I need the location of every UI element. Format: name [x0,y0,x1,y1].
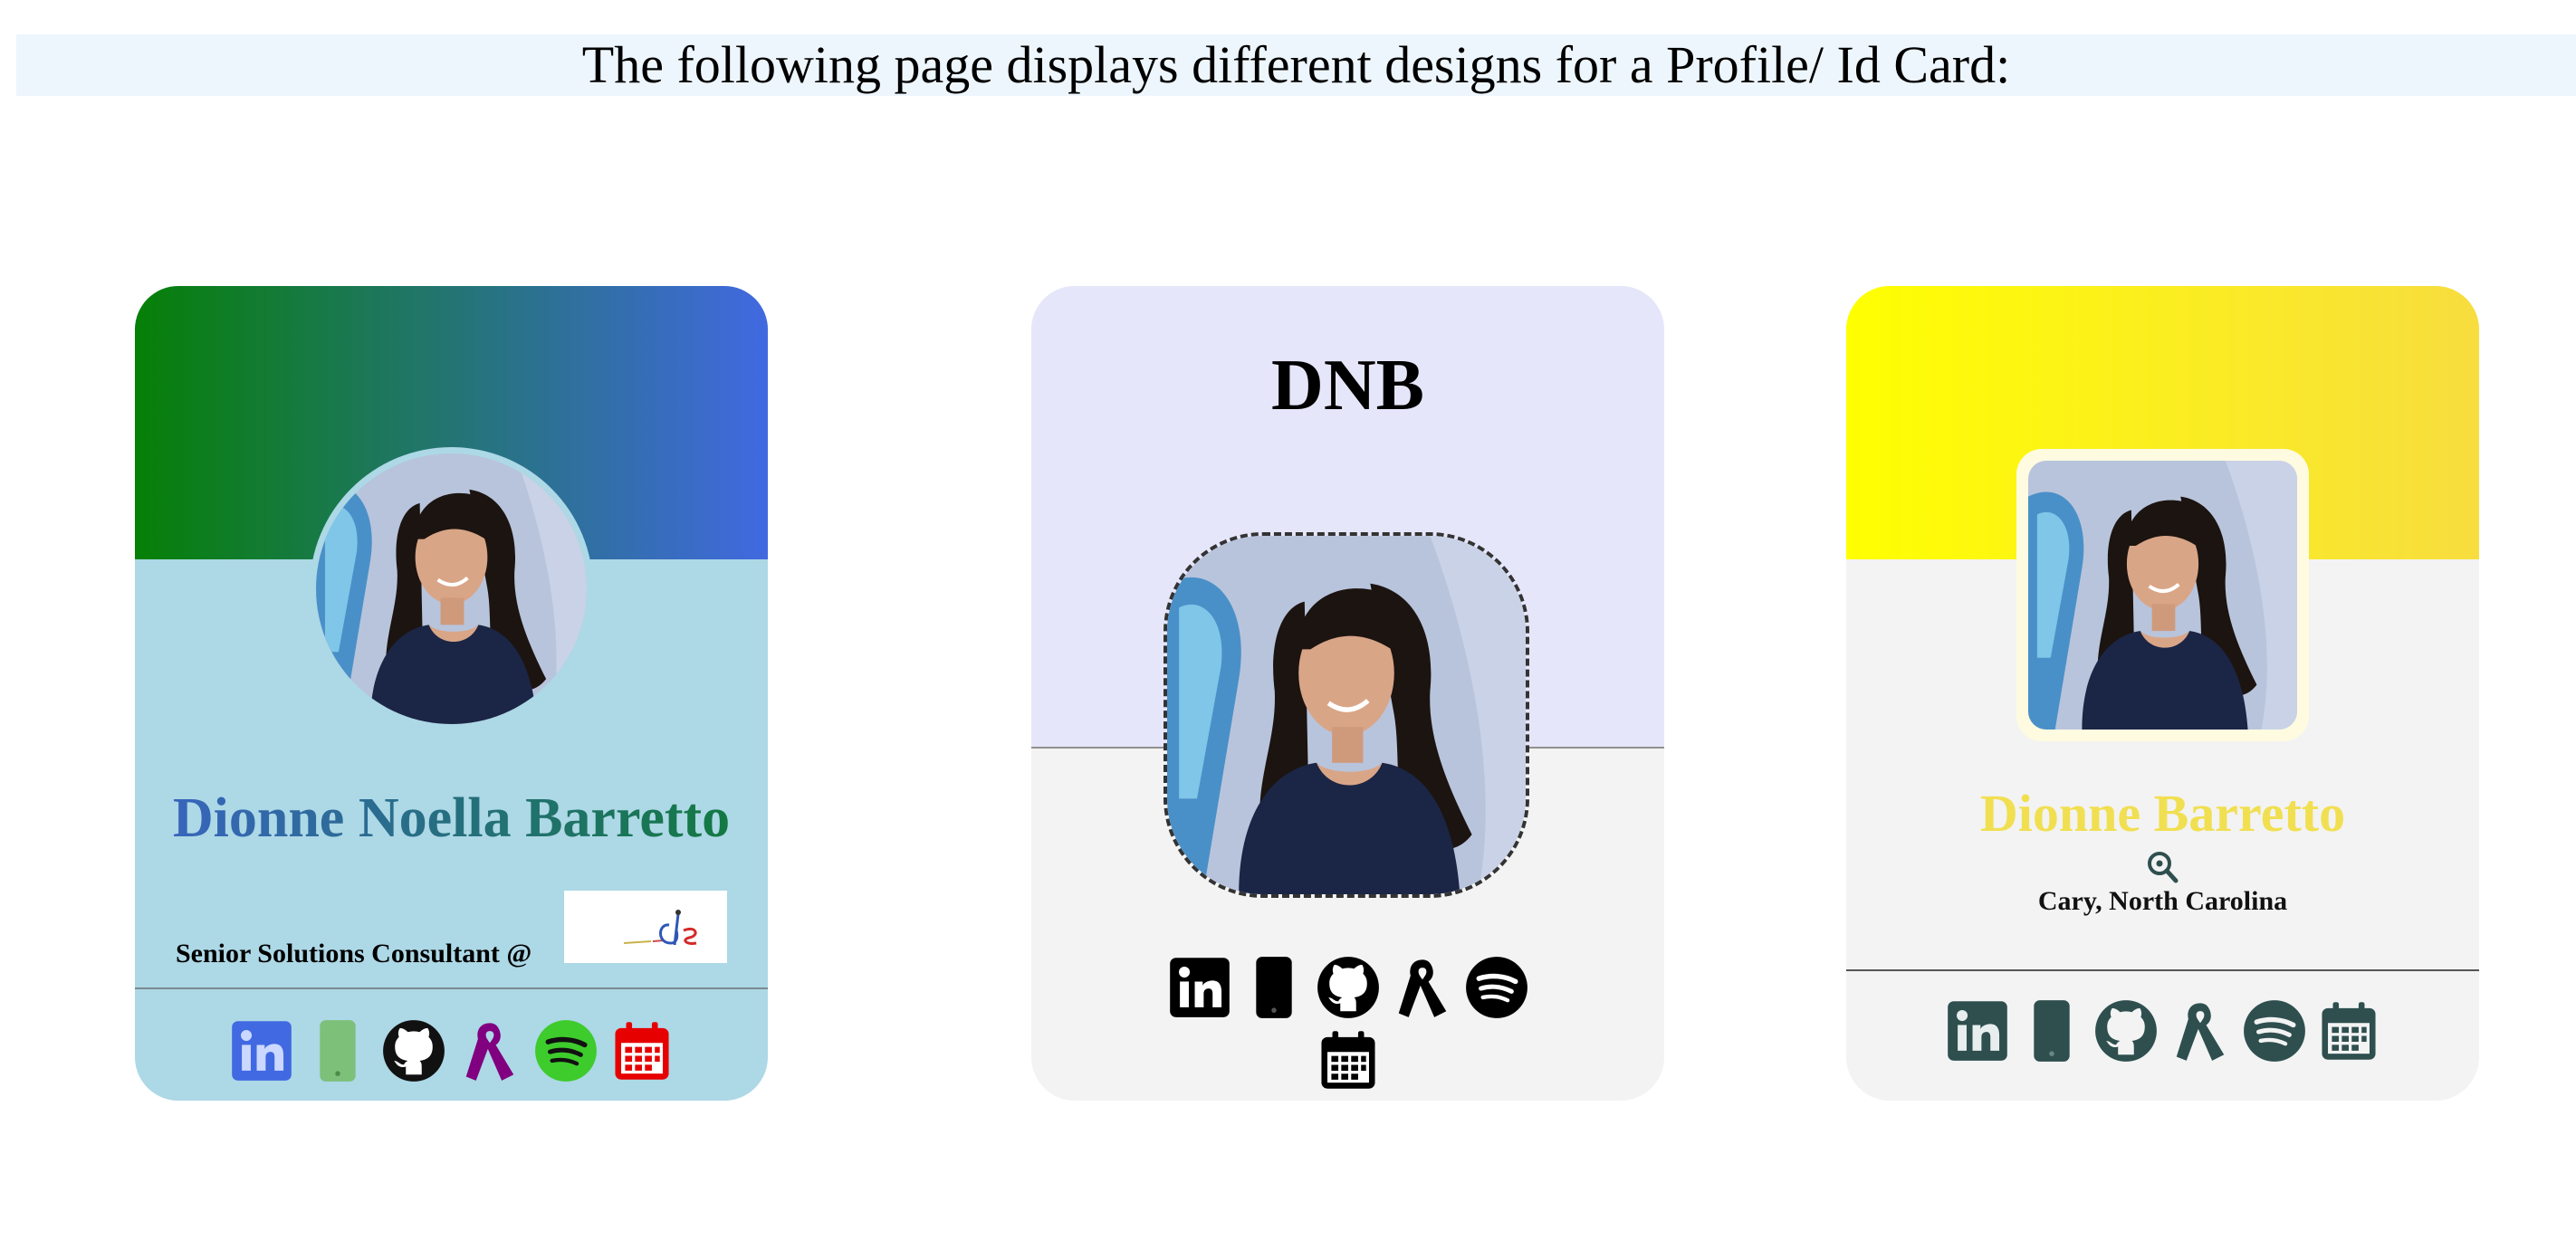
location-search-icon [2145,850,2179,884]
phone-icon[interactable] [2020,999,2083,1063]
avatar [316,453,587,724]
avatar-frame [310,447,593,730]
github-icon[interactable] [382,1019,445,1083]
calendar-icon[interactable] [610,1019,674,1083]
spotify-icon[interactable] [534,1019,598,1083]
ribbon-icon[interactable] [1391,956,1454,1019]
linkedin-icon[interactable] [1946,999,2009,1063]
monogram: DNB [1271,346,1424,425]
spotify-icon[interactable] [2243,999,2306,1063]
card-divider [1846,969,2479,971]
ribbon-icon[interactable] [2169,999,2232,1063]
avatar [2028,461,2297,730]
avatar-frame [2016,449,2309,741]
linkedin-icon[interactable] [230,1019,293,1083]
social-links [1846,999,2479,1068]
profile-photo [1167,536,1526,894]
social-links [1167,956,1529,1092]
profile-name: Dionne Barretto [1979,784,2346,843]
profile-card-yellow: Dionne Barretto Cary, North Carolina [1846,286,2479,1101]
profile-photo [316,453,587,724]
github-icon[interactable] [2094,999,2158,1063]
github-icon[interactable] [1317,956,1380,1019]
profile-photo [2028,461,2297,730]
phone-icon[interactable] [306,1019,369,1083]
page-title: The following page displays different de… [16,34,2576,96]
card-divider [135,987,768,989]
avatar [1164,532,1529,898]
profile-card-monogram: DNB [1031,286,1664,1101]
profile-card-gradient-circle: Dionne Noella Barretto Senior Solutions … [135,286,768,1101]
profile-role: Senior Solutions Consultant @ [176,939,532,968]
phone-icon[interactable] [1242,956,1306,1019]
company-logo[interactable] [564,891,727,963]
spotify-icon[interactable] [1465,956,1528,1019]
calendar-icon[interactable] [2317,999,2380,1063]
profile-name: Dionne Noella Barretto [135,782,768,854]
linkedin-icon[interactable] [1168,956,1231,1019]
calendar-icon[interactable] [1317,1028,1380,1092]
ribbon-icon[interactable] [458,1019,522,1083]
social-links [135,1019,768,1084]
profile-location: Cary, North Carolina [2037,886,2288,916]
